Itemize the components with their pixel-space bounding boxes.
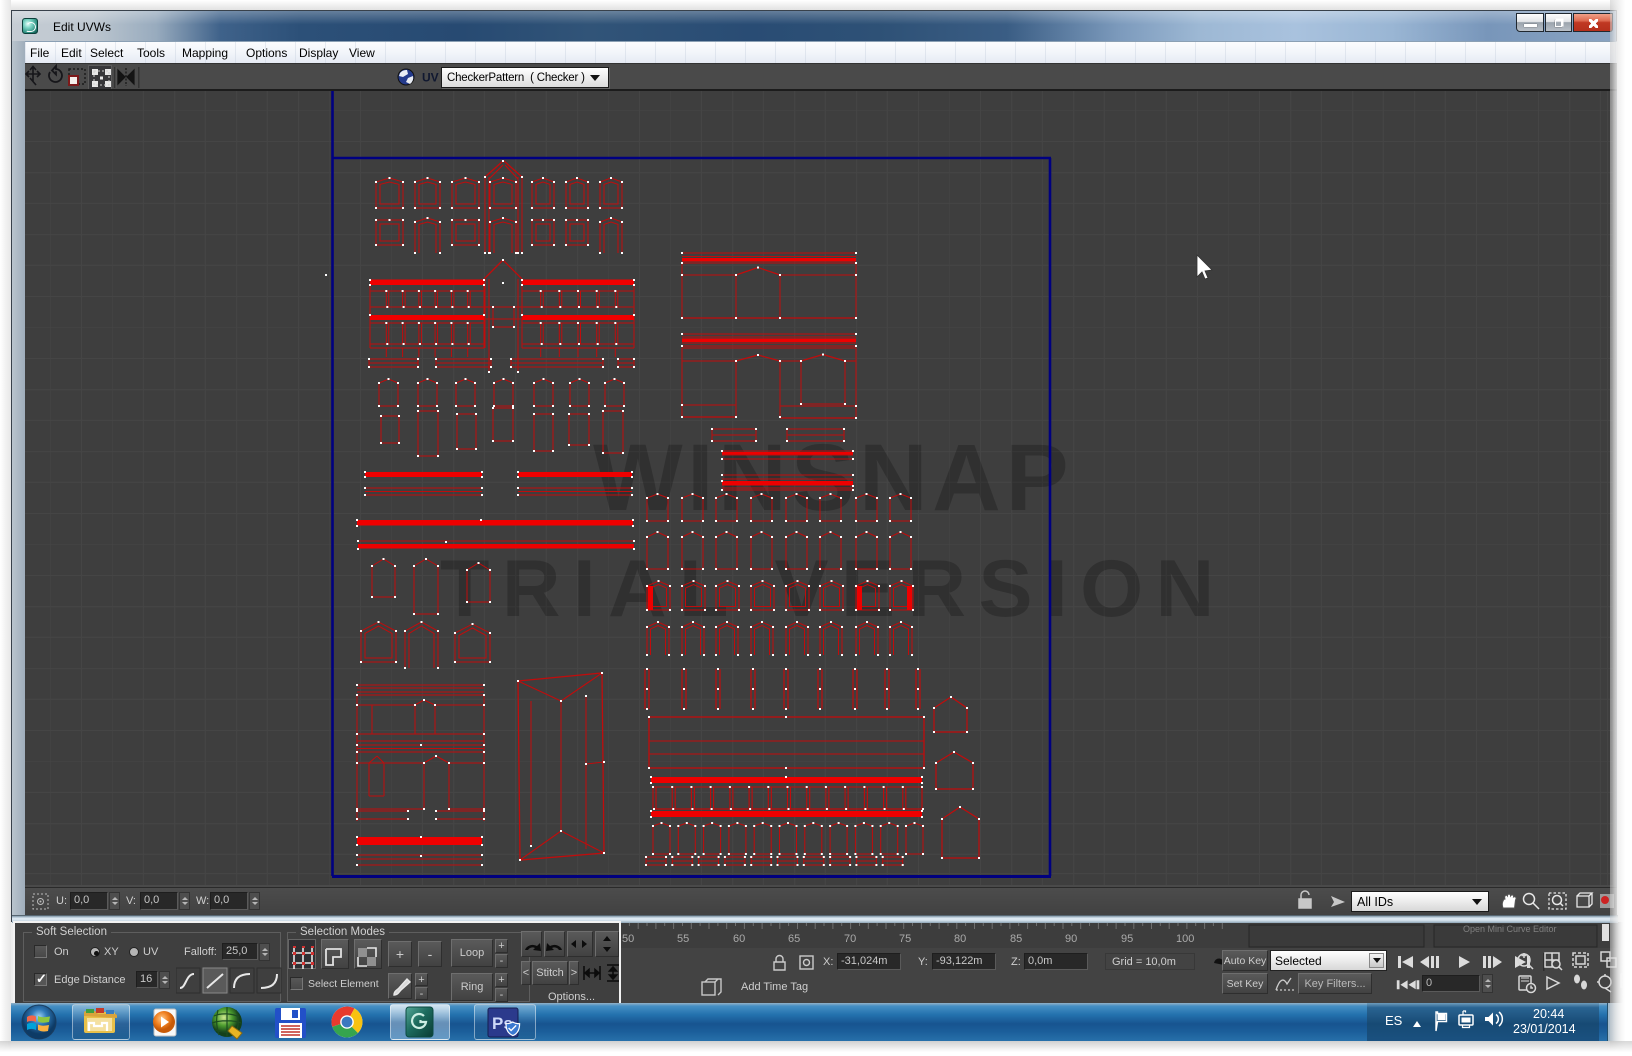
svg-text:UV: UV — [422, 71, 439, 85]
svg-text:95: 95 — [1121, 933, 1133, 945]
svg-text:80: 80 — [954, 933, 966, 945]
svg-text:60: 60 — [733, 933, 745, 945]
svg-text:Open Mini Curve Editor: Open Mini Curve Editor — [1463, 924, 1557, 934]
svg-text:65: 65 — [788, 933, 800, 945]
svg-text:100: 100 — [1176, 933, 1194, 945]
svg-text:70: 70 — [844, 933, 856, 945]
svg-text:55: 55 — [677, 933, 689, 945]
svg-text:85: 85 — [1010, 933, 1022, 945]
svg-text:90: 90 — [1065, 933, 1077, 945]
svg-text:75: 75 — [899, 933, 911, 945]
svg-text:50: 50 — [622, 933, 634, 945]
